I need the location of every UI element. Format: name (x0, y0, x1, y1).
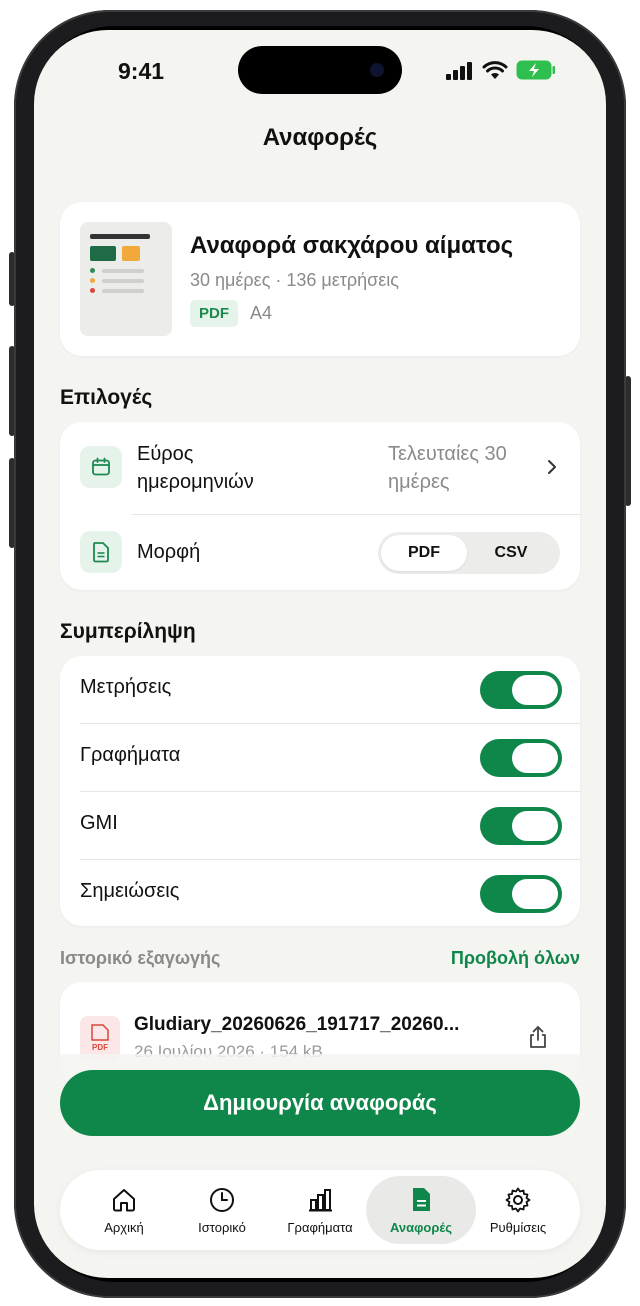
home-icon (113, 1189, 135, 1212)
toggle-knob (512, 743, 558, 773)
format-option-csv[interactable]: CSV (468, 535, 554, 571)
include-heading: Συμπερίληψη (60, 620, 196, 643)
bar-chart-icon (309, 1189, 332, 1212)
tab-label: Αναφορές (389, 1220, 453, 1235)
document-icon (80, 531, 122, 573)
create-report-button[interactable]: Δημιουργία αναφοράς (60, 1070, 580, 1136)
toggle-knob (512, 879, 558, 909)
date-range-value: Τελευταίες 30 ημέρες (388, 443, 507, 493)
report-icon (413, 1188, 430, 1211)
status-time: 9:41 (118, 58, 165, 84)
signal-icon (446, 62, 472, 80)
notes-toggle[interactable] (480, 875, 562, 913)
tab-home[interactable]: Αρχική (72, 1176, 176, 1244)
tab-label: Ρυθμίσεις (489, 1220, 547, 1235)
tab-settings[interactable]: Ρυθμίσεις (466, 1176, 570, 1244)
include-label: GMI (80, 812, 118, 834)
tab-bar: Αρχική Ιστορικό Γραφήματα Αναφορές Ρυθμί… (60, 1170, 580, 1250)
gear-icon (505, 1187, 531, 1213)
report-thumbnail (80, 222, 172, 336)
toggle-knob (512, 675, 558, 705)
tab-label: Αρχική (104, 1220, 144, 1235)
camera-icon (370, 63, 384, 77)
wifi-icon (482, 61, 508, 79)
share-icon[interactable] (526, 1024, 550, 1050)
format-segmented-control: PDF CSV (378, 532, 560, 574)
include-row-gmi: GMI (60, 792, 580, 860)
paper-size: A4 (250, 303, 273, 323)
dynamic-island (238, 46, 402, 94)
include-card: Μετρήσεις Γραφήματα GMI Σημειώσεις (60, 656, 580, 926)
include-row-charts: Γραφήματα (60, 724, 580, 792)
chevron-right-icon (548, 460, 556, 474)
tab-label: Γραφήματα (287, 1220, 353, 1235)
date-range-row[interactable]: Εύρος ημερομηνιών Τελευταίες 30 ημέρες (60, 422, 580, 514)
tab-label: Ιστορικό (198, 1220, 246, 1235)
history-heading: Ιστορικό εξαγωγής (60, 948, 221, 968)
clock-icon (210, 1188, 234, 1212)
report-meta: 30 ημέρες · 136 μετρήσεις (190, 270, 399, 290)
report-preview-card[interactable]: Αναφορά σακχάρου αίματος 30 ημέρες · 136… (60, 202, 580, 356)
view-all-link[interactable]: Προβολή όλων (451, 948, 580, 969)
tab-charts[interactable]: Γραφήματα (268, 1176, 372, 1244)
file-type-label: PDF (92, 1043, 108, 1052)
include-label: Γραφήματα (80, 744, 181, 766)
include-label: Σημειώσεις (80, 880, 180, 902)
file-name: Gludiary_20260626_191717_20260... (134, 1014, 460, 1035)
status-bar: 9:41 (34, 30, 606, 110)
measurements-toggle[interactable] (480, 671, 562, 709)
status-icons (446, 60, 556, 80)
include-row-measurements: Μετρήσεις (60, 656, 580, 724)
format-option-pdf[interactable]: PDF (381, 535, 467, 571)
tab-history[interactable]: Ιστορικό (170, 1176, 274, 1244)
screen: 9:41 Αναφορές Αναφορά σακχάρου αίματος 3… (34, 30, 606, 1278)
charts-toggle[interactable] (480, 739, 562, 777)
tab-reports[interactable]: Αναφορές (366, 1176, 476, 1244)
include-label: Μετρήσεις (80, 676, 172, 698)
calendar-icon (80, 446, 122, 488)
options-card: Εύρος ημερομηνιών Τελευταίες 30 ημέρες Μ… (60, 422, 580, 590)
include-row-notes: Σημειώσεις (60, 860, 580, 928)
format-label: Μορφή (137, 541, 201, 563)
format-badge: PDF (190, 300, 238, 327)
date-range-label: Εύρος ημερομηνιών (137, 443, 254, 493)
gmi-toggle[interactable] (480, 807, 562, 845)
battery-icon (516, 60, 555, 80)
toggle-knob (512, 811, 558, 841)
report-title: Αναφορά σακχάρου αίματος (190, 232, 514, 259)
options-heading: Επιλογές (60, 386, 153, 409)
page-title: Αναφορές (262, 124, 378, 151)
